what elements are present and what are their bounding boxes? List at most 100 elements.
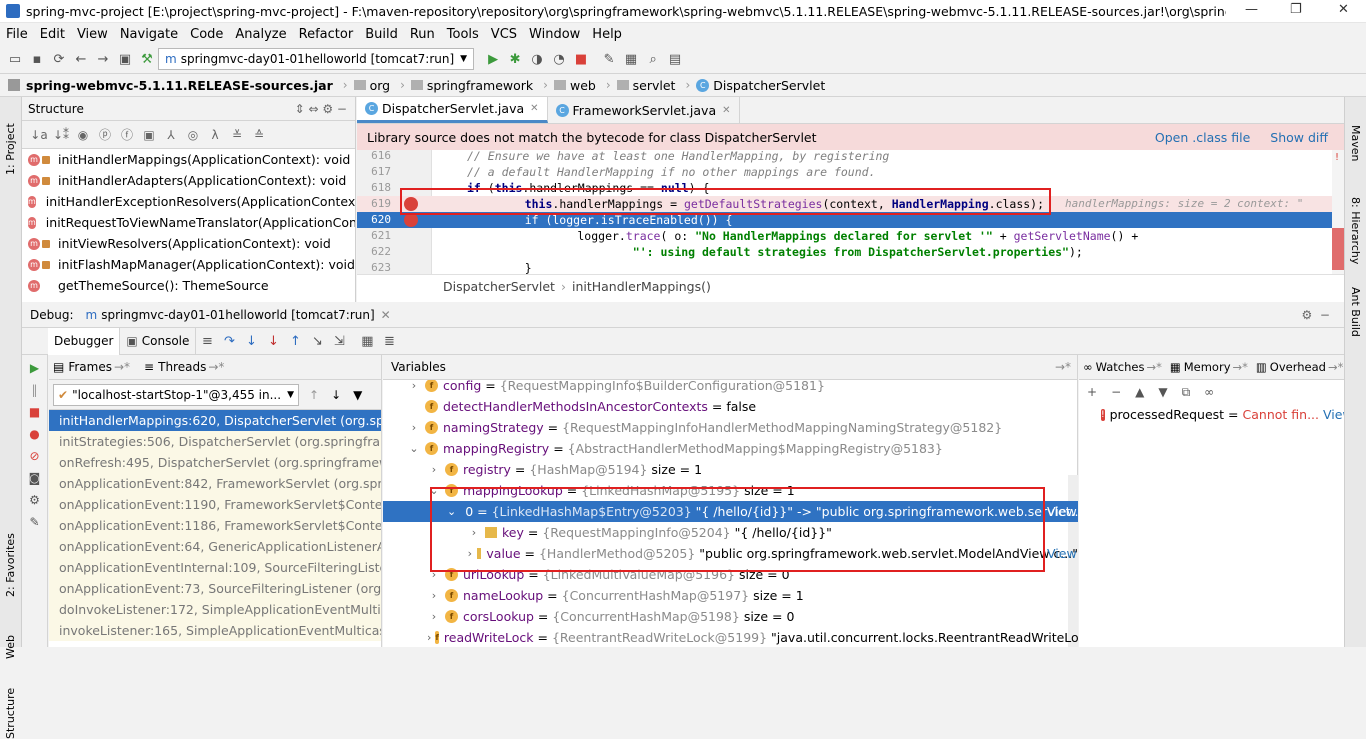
editor-tab[interactable]: C FrameworkServlet.java ✕ [548,97,740,123]
properties-icon[interactable]: ⓟ [94,126,116,143]
expand-arrow-icon[interactable]: › [407,380,421,392]
debugger-tab[interactable]: Debugger [48,327,121,355]
pin-icon[interactable]: ✎ [22,515,47,529]
view-breakpoints-icon[interactable]: ● [22,427,47,441]
collapse-arrow-icon[interactable]: ⌄ [447,505,456,518]
expand-arrow-icon[interactable]: › [427,589,441,602]
frame-item[interactable]: onApplicationEventInternal:109, SourceFi… [49,557,381,578]
show-execution-point-icon[interactable]: ≡ [196,330,218,352]
frame-item[interactable]: onApplicationEvent:73, SourceFilteringLi… [49,578,381,599]
web-tool-tab[interactable]: Web [4,635,17,659]
collapse-arrow-icon[interactable]: ⌄ [407,442,421,455]
step-over-icon[interactable]: ↷ [218,330,240,352]
favorites-tool-tab[interactable]: 2: Favorites [4,533,17,597]
structure-item[interactable]: m initViewResolvers(ApplicationContext): … [22,233,355,254]
frame-item[interactable]: invokeListener:165, SimpleApplicationEve… [49,620,381,641]
variable-row[interactable]: › value = {HandlerMethod@5205} "public or… [383,543,1078,564]
variable-view-link[interactable]: View [1047,546,1077,561]
settings-wrench-icon[interactable]: ✎ [598,48,620,70]
debug-icon[interactable]: ✱ [504,48,526,70]
menu-analyze[interactable]: Analyze [235,27,286,42]
variable-row[interactable]: f detectHandlerMethodsInAncestorContexts … [383,396,1078,417]
variable-view-link[interactable]: View [1047,504,1077,519]
structure-settings-icon[interactable]: ⇕ ⇔ ⚙ − [295,102,347,116]
expand-arrow-icon[interactable]: › [427,610,441,623]
ant-build-tool-tab[interactable]: Ant Build [1349,287,1362,337]
collapse-arrow-icon[interactable]: ⌄ [427,484,441,497]
force-step-into-icon[interactable]: ↓ [262,330,284,352]
sort-icon[interactable]: ↓a [28,128,50,142]
threads-tab[interactable]: Threads [158,360,206,374]
variable-row[interactable]: › f readWriteLock = {ReentrantReadWriteLoc… [383,627,1078,647]
variable-row[interactable]: ⌄ 0 = {LinkedHashMap$Entry@5203} "{ /hell… [383,501,1078,522]
run-icon[interactable]: ▶ [482,48,504,70]
project-structure-icon[interactable]: ▦ [620,48,642,70]
structure-tool-tab[interactable]: Structure [4,688,17,739]
anonymous-icon[interactable]: ⅄ [160,128,182,142]
build-hammer-icon[interactable]: ⚒ [136,48,158,70]
trace-icon[interactable]: ≣ [378,330,400,352]
variable-row[interactable]: › f urlLookup = {LinkedMultiValueMap@5196}… [383,564,1078,585]
show-diff-link[interactable]: Show diff [1270,130,1328,145]
camera-icon[interactable]: ◙ [22,471,47,485]
debug-settings-icon[interactable]: ⚙ − [1302,308,1330,322]
search-icon[interactable]: ⌕ [642,48,664,70]
debug-settings-gear-icon[interactable]: ⚙ [22,493,47,507]
run-to-cursor-icon[interactable]: ⇲ [328,330,350,352]
filter-icon[interactable]: ▼ [353,388,362,402]
resume-icon[interactable]: ▶ [22,361,47,375]
variable-row[interactable]: › f namingStrategy = {RequestMappingInfoHa… [383,417,1078,438]
frame-icon[interactable]: ▣ [114,48,136,70]
breakpoint-icon[interactable] [404,213,418,227]
frame-item[interactable]: onApplicationEvent:64, GenericApplicatio… [49,536,381,557]
down-arrow-icon[interactable]: ↓ [331,388,341,402]
variable-row[interactable]: › f nameLookup = {ConcurrentHashMap@5197} … [383,585,1078,606]
forward-icon[interactable]: → [92,48,114,70]
drop-frame-icon[interactable]: ↘ [306,330,328,352]
overhead-tab[interactable]: Overhead [1270,360,1326,374]
expand-arrow-icon[interactable]: › [467,526,481,539]
menu-refactor[interactable]: Refactor [299,27,354,42]
menu-edit[interactable]: Edit [40,27,65,42]
lambda-icon[interactable]: ◎ [182,128,204,142]
copy-icon[interactable]: ⧉ [1182,385,1191,400]
structure-item[interactable]: m getThemeSource(): ThemeSource [22,275,355,296]
breadcrumb-web[interactable]: web [570,78,596,93]
memory-tab[interactable]: Memory [1184,360,1231,374]
breadcrumb-springframework[interactable]: springframework [427,78,533,93]
back-icon[interactable]: ← [70,48,92,70]
debug-config-tab[interactable]: springmvc-day01-01helloworld [tomcat7:ru… [101,308,374,322]
menu-vcs[interactable]: VCS [491,27,517,42]
lambdas-icon[interactable]: λ [204,128,226,142]
breakpoint-icon[interactable] [404,197,418,211]
expand-arrow-icon[interactable]: › [427,631,431,644]
menu-file[interactable]: File [6,27,28,42]
structure-item[interactable]: m initHandlerAdapters(ApplicationContext)… [22,170,355,191]
close-tab-icon[interactable]: ✕ [530,103,538,114]
expand-arrow-icon[interactable]: › [427,463,441,476]
variable-row[interactable]: ⌄ f mappingLookup = {LinkedHashMap@5195} s… [383,480,1078,501]
structure-item[interactable]: m initHandlerMappings(ApplicationContext)… [22,149,355,170]
move-down-icon[interactable]: ▼ [1158,385,1167,399]
menu-view[interactable]: View [77,27,108,42]
project-tool-tab[interactable]: 1: Project [4,123,17,175]
non-public-icon[interactable]: ▣ [138,128,160,142]
stop-icon[interactable]: ■ [570,48,592,70]
fields-icon[interactable]: ⓕ [116,126,138,143]
inherited-icon[interactable]: ◉ [72,128,94,142]
profile-icon[interactable]: ◔ [548,48,570,70]
breadcrumb-org[interactable]: org [370,78,391,93]
breadcrumb-servlet[interactable]: servlet [633,78,676,93]
open-folder-icon[interactable]: ▭ [4,48,26,70]
pause-icon[interactable]: ‖ [22,383,47,397]
step-out-icon[interactable]: ↑ [284,330,306,352]
variable-row[interactable]: › f config = {RequestMappingInfo$BuilderCo… [383,380,1078,396]
expand-arrow-icon[interactable]: › [467,547,473,560]
open-class-file-link[interactable]: Open .class file [1155,130,1250,145]
variable-row[interactable]: › key = {RequestMappingInfo@5204} "{ /hel… [383,522,1078,543]
close-button[interactable]: ✕ [1338,2,1349,17]
hierarchy-tool-tab[interactable]: 8: Hierarchy [1349,197,1362,264]
watches-tab[interactable]: Watches [1096,360,1145,374]
structure-item[interactable]: m initRequestToViewNameTranslator(Applica… [22,212,355,233]
editor-tab[interactable]: C DispatcherServlet.java ✕ [357,97,548,123]
